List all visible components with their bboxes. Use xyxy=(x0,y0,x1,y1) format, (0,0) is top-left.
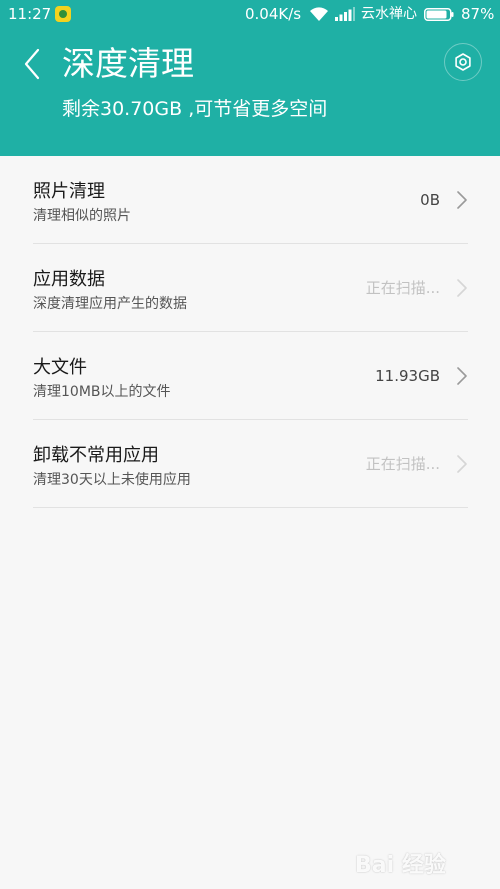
item-title: 大文件 xyxy=(33,357,87,378)
signal-icon xyxy=(335,7,355,21)
status-carrier: 云水禅心 xyxy=(361,6,417,22)
settings-button[interactable] xyxy=(444,43,482,81)
chevron-right-icon xyxy=(457,367,467,385)
chevron-right-icon xyxy=(457,279,467,297)
divider xyxy=(33,507,468,508)
item-title: 照片清理 xyxy=(33,181,105,202)
gear-icon xyxy=(455,53,471,71)
item-value: 正在扫描... xyxy=(365,279,440,297)
page-title: 深度清理 xyxy=(62,44,194,83)
item-description: 清理10MB以上的文件 xyxy=(33,384,171,400)
storage-summary: 剩余30.70GB ,可节省更多空间 xyxy=(62,98,328,120)
back-icon xyxy=(24,48,40,80)
item-title: 卸载不常用应用 xyxy=(33,445,159,466)
item-value: 0B xyxy=(420,191,440,209)
list-item-large-files[interactable]: 大文件 清理10MB以上的文件 11.93GB xyxy=(0,332,500,420)
chevron-right-icon xyxy=(457,191,467,209)
chevron-right-icon xyxy=(457,455,467,473)
status-bar: 11:27 0.04K/s 云水禅心 87% xyxy=(0,0,500,30)
cleanup-list: 照片清理 清理相似的照片 0B 应用数据 深度清理应用产生的数据 正在扫描...… xyxy=(0,156,500,508)
item-value: 正在扫描... xyxy=(365,455,440,473)
watermark: Bai 经验 xyxy=(355,853,446,878)
back-button[interactable] xyxy=(18,44,48,84)
status-time: 11:27 xyxy=(8,5,52,23)
status-battery-percent: 87% xyxy=(461,5,495,23)
battery-icon xyxy=(424,8,454,21)
status-net-speed: 0.04K/s xyxy=(245,5,302,23)
item-description: 清理相似的照片 xyxy=(33,208,131,224)
item-value: 11.93GB xyxy=(375,367,440,385)
header-bar: 11:27 0.04K/s 云水禅心 87% 深度清理 剩余30.70GB ,可… xyxy=(0,0,500,156)
notification-app-icon xyxy=(55,6,71,22)
item-description: 清理30天以上未使用应用 xyxy=(33,472,191,488)
list-item-uninstall-unused-apps[interactable]: 卸载不常用应用 清理30天以上未使用应用 正在扫描... xyxy=(0,420,500,508)
list-item-app-data[interactable]: 应用数据 深度清理应用产生的数据 正在扫描... xyxy=(0,244,500,332)
wifi-icon xyxy=(310,7,328,21)
list-item-photo-cleanup[interactable]: 照片清理 清理相似的照片 0B xyxy=(0,156,500,244)
item-title: 应用数据 xyxy=(33,269,105,290)
item-description: 深度清理应用产生的数据 xyxy=(33,296,187,312)
